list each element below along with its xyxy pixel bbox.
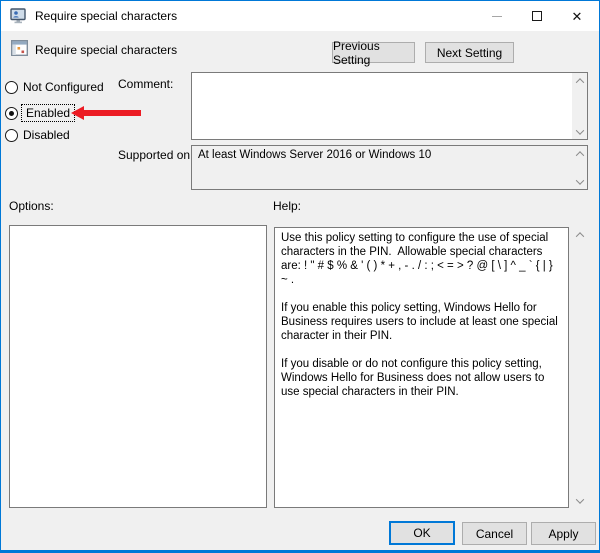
cancel-button[interactable]: Cancel xyxy=(462,522,527,545)
help-text: Use this policy setting to configure the… xyxy=(275,228,568,402)
radio-disabled[interactable]: Disabled xyxy=(5,128,70,142)
scroll-up-button[interactable] xyxy=(572,146,587,161)
group-policy-app-icon xyxy=(10,8,27,24)
previous-setting-button[interactable]: Previous Setting xyxy=(332,42,415,63)
scroll-up-button[interactable] xyxy=(572,73,587,88)
comment-scrollbar[interactable] xyxy=(572,73,587,139)
supported-on-label: Supported on: xyxy=(118,148,193,162)
window-controls: ✕ xyxy=(477,1,597,31)
window-title: Require special characters xyxy=(35,9,177,23)
maximize-button[interactable] xyxy=(517,1,557,31)
supported-on-value: At least Windows Server 2016 or Windows … xyxy=(192,146,587,164)
options-panel-body xyxy=(9,225,267,508)
red-arrow-annotation xyxy=(71,106,141,120)
chevron-down-icon xyxy=(575,176,583,184)
chevron-up-icon xyxy=(576,232,584,240)
arrow-head-icon xyxy=(71,106,84,120)
help-scrollbar[interactable] xyxy=(572,227,588,508)
help-panel-body: Use this policy setting to configure the… xyxy=(274,227,569,508)
next-setting-button[interactable]: Next Setting xyxy=(425,42,514,63)
titlebar: Require special characters ✕ xyxy=(1,1,599,31)
supported-on-field: At least Windows Server 2016 or Windows … xyxy=(191,145,588,190)
scroll-down-button[interactable] xyxy=(572,174,587,189)
close-button[interactable]: ✕ xyxy=(557,1,597,31)
minimize-button[interactable] xyxy=(477,1,517,31)
radio-enabled[interactable]: Enabled xyxy=(5,104,75,122)
chevron-up-icon xyxy=(575,78,583,86)
minimize-icon xyxy=(492,16,502,17)
chevron-up-icon xyxy=(575,151,583,159)
radio-label-not-configured: Not Configured xyxy=(23,80,104,94)
radio-circle-enabled[interactable] xyxy=(5,107,18,120)
policy-name-label: Require special characters xyxy=(35,43,177,57)
supported-on-scrollbar[interactable] xyxy=(572,146,587,189)
close-icon: ✕ xyxy=(572,10,583,23)
scroll-down-button[interactable] xyxy=(572,493,588,508)
ok-button[interactable]: OK xyxy=(389,521,455,545)
scroll-up-button[interactable] xyxy=(572,227,588,242)
chevron-down-icon xyxy=(576,495,584,503)
options-label: Options: xyxy=(9,199,54,213)
policy-dialog-window: Require special characters ✕ Require spe… xyxy=(0,0,600,553)
comment-label: Comment: xyxy=(118,77,173,91)
arrow-shaft xyxy=(84,110,141,116)
help-label: Help: xyxy=(273,199,301,213)
maximize-icon xyxy=(532,11,542,21)
apply-button[interactable]: Apply xyxy=(531,522,596,545)
radio-circle-disabled[interactable] xyxy=(5,129,18,142)
policy-setting-icon xyxy=(11,40,28,56)
scroll-down-button[interactable] xyxy=(572,124,587,139)
radio-circle-not-configured[interactable] xyxy=(5,81,18,94)
radio-label-disabled: Disabled xyxy=(23,128,70,142)
radio-not-configured[interactable]: Not Configured xyxy=(5,80,104,94)
chevron-down-icon xyxy=(575,126,583,134)
radio-label-enabled: Enabled xyxy=(21,104,75,122)
comment-input[interactable] xyxy=(191,72,588,140)
